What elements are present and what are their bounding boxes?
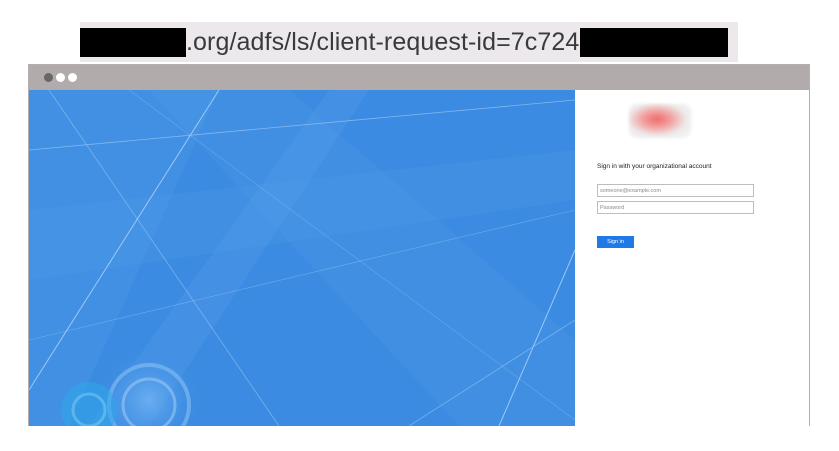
url-banner: .org/adfs/ls/client-request-id=7c724&: [80, 22, 738, 62]
redaction-block-left: [80, 28, 186, 57]
close-dot-icon[interactable]: [44, 73, 53, 82]
organization-logo: [629, 104, 691, 138]
url-text: .org/adfs/ls/client-request-id=7c724&: [186, 28, 597, 56]
background-illustration: [29, 90, 575, 426]
browser-title-bar: [29, 65, 809, 90]
abstract-lines-graphic: [29, 90, 575, 426]
email-input[interactable]: [597, 184, 754, 197]
signin-panel: Sign in with your organizational account…: [575, 90, 809, 426]
minimize-dot-icon[interactable]: [56, 73, 65, 82]
signin-button[interactable]: Sign in: [597, 236, 634, 248]
maximize-dot-icon[interactable]: [68, 73, 77, 82]
browser-window: Sign in with your organizational account…: [28, 64, 810, 426]
signin-title: Sign in with your organizational account: [597, 163, 712, 170]
password-input[interactable]: [597, 201, 754, 214]
redaction-block-right: [580, 28, 728, 57]
